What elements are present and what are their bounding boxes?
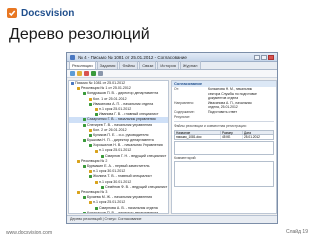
app-window: № 4 - Письмо № 1081 от 25.01.2012 - Согл…: [66, 52, 278, 224]
tree-node-icon: [95, 206, 98, 210]
window-title: № 4 - Письмо № 1081 от 25.01.2012 - Согл…: [78, 54, 187, 60]
comment-field[interactable]: [174, 161, 274, 188]
grid-cell-name: письмо_1081.doc: [175, 134, 221, 139]
tree-node-icon: [77, 87, 80, 91]
grid-header-date[interactable]: Дата: [243, 131, 273, 135]
maximize-button[interactable]: [261, 54, 267, 60]
tab-history[interactable]: История: [157, 61, 179, 69]
tree-node-icon: [83, 196, 86, 200]
grid-cell-date: 25.01.2012: [244, 134, 260, 139]
tree-node[interactable]: Кондрашов П. В. - директор департамента: [69, 210, 168, 214]
tree-node-icon: [77, 159, 80, 163]
tree-node-icon: [83, 92, 86, 96]
tree-node-icon: [89, 201, 92, 205]
tab-links[interactable]: Связи: [139, 61, 157, 69]
tree-node-label: Кондрашов П. В. - директор департамента: [87, 210, 159, 214]
grid-header-size[interactable]: Размер: [221, 130, 243, 135]
tree-node-icon: [71, 82, 74, 86]
tree-node-icon: [95, 113, 98, 117]
tree-node-icon: [83, 211, 86, 213]
window-app-icon: [70, 54, 75, 60]
grid-cell-size: 45 КБ: [221, 134, 243, 139]
tree-node-icon: [83, 123, 86, 127]
tab-log[interactable]: Журнал: [179, 61, 201, 69]
resolution-tree[interactable]: Письмо № 1081 от 25.01.2012 Резолюция № 1…: [68, 80, 169, 214]
files-list[interactable]: [174, 140, 274, 155]
edit-icon[interactable]: [77, 71, 82, 76]
tree-node-icon: [83, 118, 86, 122]
tree-node-icon: [89, 128, 92, 132]
tree-node-icon: [101, 154, 104, 158]
brand-logo: Docsvision: [6, 6, 74, 20]
tree-node-icon: [89, 102, 92, 106]
files-grid-row[interactable]: письмо_1081.doc 45 КБ 25.01.2012: [174, 134, 274, 140]
tab-resolutions[interactable]: Резолюции: [69, 61, 96, 69]
tab-files[interactable]: Файлы: [119, 61, 139, 69]
slide-number: Слайд 19: [286, 229, 308, 235]
tree-node-icon: [95, 108, 98, 112]
toolbar: [67, 70, 277, 78]
tab-tasks[interactable]: Задания: [96, 61, 119, 69]
tree-node-icon: [89, 144, 92, 148]
tree-node-icon: [83, 165, 86, 169]
close-button[interactable]: [268, 54, 274, 60]
tree-node-icon: [95, 180, 98, 184]
refresh-icon[interactable]: [91, 71, 96, 76]
tree-node-icon: [83, 139, 86, 143]
files-label: Файлы резолюции и совместная регистрация…: [174, 124, 247, 129]
tree-node-icon: [89, 133, 92, 137]
tree-node-icon: [89, 97, 92, 101]
grid-header-name[interactable]: Название: [175, 130, 221, 135]
footer-url: www.docsvision.com: [6, 230, 53, 236]
details-value: Подготовить ответ: [208, 109, 238, 114]
tree-node-icon: [101, 185, 104, 189]
tree-node-icon: [89, 175, 92, 179]
details-key: Результат:: [174, 114, 191, 119]
details-row: Результат:: [172, 115, 276, 120]
tree-node-icon: [77, 191, 80, 195]
window-tabs: Резолюции Задания Файлы Связи История Жу…: [67, 61, 277, 70]
brand-name: Docsvision: [21, 7, 75, 19]
details-divider: [174, 121, 274, 123]
slide-title: Дерево резолюций: [9, 26, 150, 43]
tree-node-icon: [95, 149, 98, 153]
status-bar: Дерево резолюций | Статус: Согласование: [67, 215, 277, 223]
new-resolution-icon[interactable]: [70, 71, 75, 76]
delete-icon[interactable]: [84, 71, 89, 76]
print-icon[interactable]: [98, 71, 103, 76]
tree-node-icon: [89, 170, 92, 174]
details-panel: Согласование От: Кольянова Н. М., начальн…: [171, 80, 277, 214]
minimize-button[interactable]: [254, 54, 260, 60]
docsvision-logo-icon: [7, 8, 17, 18]
comment-label: Комментарий:: [174, 155, 197, 160]
details-rows: От: Кольянова Н. М., начальник сектора Слу…: [172, 87, 276, 119]
